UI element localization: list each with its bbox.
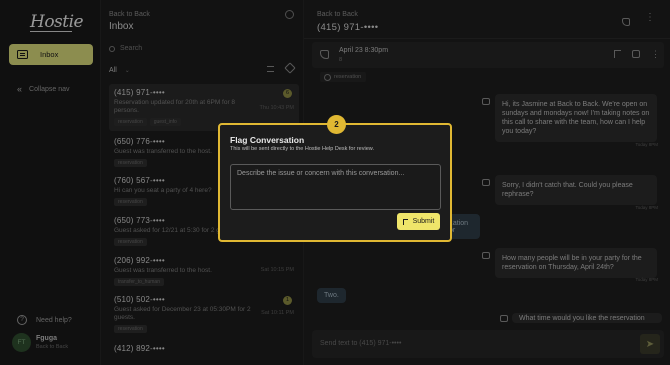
flag-icon — [402, 218, 408, 225]
modal-title: Flag Conversation — [230, 135, 305, 145]
modal-description: This will be sent directly to the Hostie… — [230, 146, 374, 152]
step-badge: 2 — [327, 115, 346, 134]
flag-reason-textarea[interactable]: Describe the issue or concern with this … — [230, 164, 441, 210]
app-root: Hostie Inbox « Collapse nav ? Need help?… — [0, 0, 670, 365]
submit-label: Submit — [412, 218, 435, 225]
submit-button[interactable]: Submit — [397, 213, 440, 230]
flag-conversation-modal: 2 Flag Conversation This will be sent di… — [218, 115, 452, 242]
textarea-placeholder: Describe the issue or concern with this … — [237, 170, 405, 177]
